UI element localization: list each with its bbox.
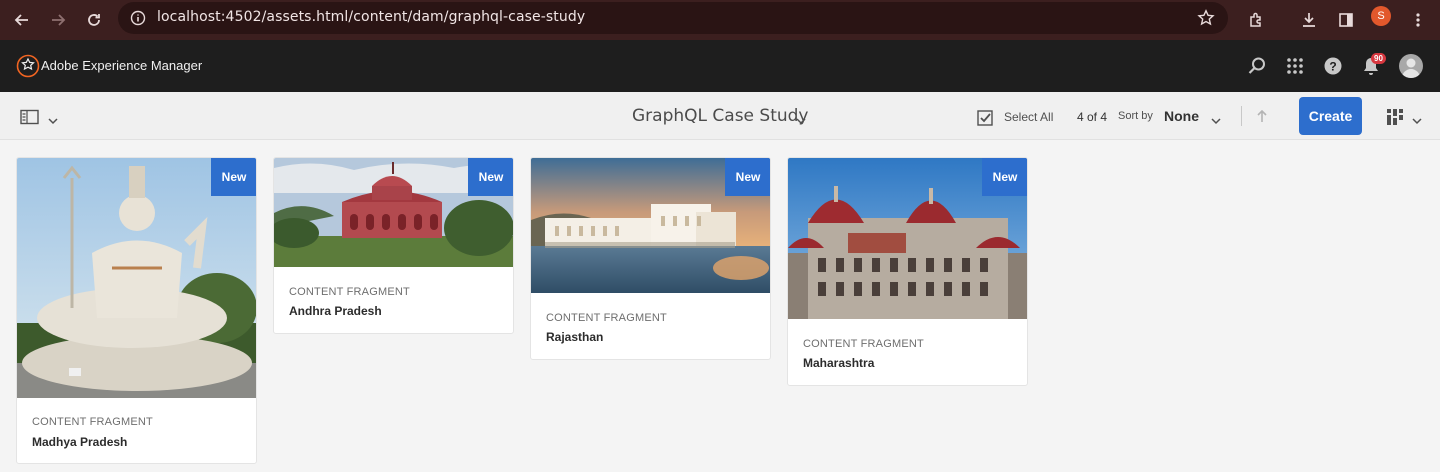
help-icon[interactable]: ?	[1322, 55, 1344, 77]
bookmark-star-icon[interactable]	[1197, 9, 1215, 32]
brand-title[interactable]: Adobe Experience Manager	[41, 58, 202, 73]
card-title[interactable]: Rajasthan	[546, 330, 603, 344]
view-chevron-down-icon[interactable]	[1412, 112, 1422, 130]
card-type-label: CONTENT FRAGMENT	[546, 312, 667, 324]
toolbar-divider	[1241, 106, 1242, 126]
card-title[interactable]: Madhya Pradesh	[32, 435, 127, 449]
asset-card[interactable]: New CONTENT FRAGMENT Madhya Pradesh	[16, 157, 257, 464]
sort-chevron-down-icon[interactable]	[1211, 112, 1221, 130]
extensions-icon[interactable]	[1245, 8, 1269, 32]
rail-chevron-down-icon[interactable]	[48, 112, 58, 130]
card-title[interactable]: Maharashtra	[803, 356, 874, 370]
asset-card[interactable]: New CONTENT FRAGMENT Maharashtra	[787, 157, 1028, 386]
site-info-icon[interactable]	[130, 10, 146, 31]
new-badge: New	[982, 158, 1027, 196]
aem-logo-icon[interactable]	[16, 54, 40, 78]
search-icon[interactable]	[1246, 55, 1268, 77]
download-icon[interactable]	[1297, 8, 1321, 32]
title-chevron-down-icon[interactable]	[796, 112, 806, 130]
new-badge: New	[211, 158, 256, 196]
notification-count-badge: 90	[1371, 53, 1386, 64]
select-all-checkbox-icon[interactable]	[977, 109, 995, 132]
forward-arrow-icon[interactable]	[46, 8, 70, 32]
card-thumbnail[interactable]: New	[274, 158, 513, 267]
browser-menu-icon[interactable]	[1406, 8, 1430, 32]
reload-icon[interactable]	[82, 8, 106, 32]
browser-profile-avatar[interactable]: S	[1371, 6, 1391, 26]
item-count: 4 of 4	[1077, 110, 1108, 124]
card-view-icon[interactable]	[1386, 108, 1404, 131]
browser-toolbar: localhost:4502/assets.html/content/dam/g…	[0, 0, 1440, 40]
back-arrow-icon[interactable]	[10, 8, 34, 32]
card-type-label: CONTENT FRAGMENT	[289, 286, 410, 298]
card-type-label: CONTENT FRAGMENT	[32, 416, 153, 428]
user-avatar[interactable]	[1399, 54, 1423, 78]
new-badge: New	[468, 158, 513, 196]
url-text[interactable]: localhost:4502/assets.html/content/dam/g…	[157, 9, 585, 25]
asset-card[interactable]: New CONTENT FRAGMENT Andhra Pradesh	[273, 157, 514, 334]
sort-by-label: Sort by	[1118, 110, 1153, 122]
card-thumbnail[interactable]: New	[531, 158, 770, 293]
card-title[interactable]: Andhra Pradesh	[289, 304, 382, 318]
address-bar[interactable]: localhost:4502/assets.html/content/dam/g…	[118, 2, 1228, 34]
new-badge: New	[725, 158, 770, 196]
asset-card[interactable]: New CONTENT FRAGMENT Rajasthan	[530, 157, 771, 360]
side-panel-icon[interactable]	[1334, 8, 1358, 32]
card-thumbnail[interactable]: New	[17, 158, 256, 398]
page-title[interactable]: GraphQL Case Study	[632, 106, 809, 126]
sort-dropdown[interactable]: None	[1164, 108, 1199, 124]
aem-shell-header: Adobe Experience Manager ? 90	[0, 40, 1440, 92]
card-thumbnail[interactable]: New	[788, 158, 1027, 319]
action-bar: GraphQL Case Study Select All 4 of 4 Sor…	[0, 92, 1440, 140]
rail-toggle-icon[interactable]	[20, 109, 40, 130]
create-button[interactable]: Create	[1299, 97, 1362, 135]
card-type-label: CONTENT FRAGMENT	[803, 338, 924, 350]
svg-text:?: ?	[1329, 60, 1336, 74]
select-all-label[interactable]: Select All	[1004, 110, 1053, 124]
solutions-grid-icon[interactable]	[1284, 55, 1306, 77]
sort-direction-arrow-icon[interactable]	[1256, 109, 1268, 128]
